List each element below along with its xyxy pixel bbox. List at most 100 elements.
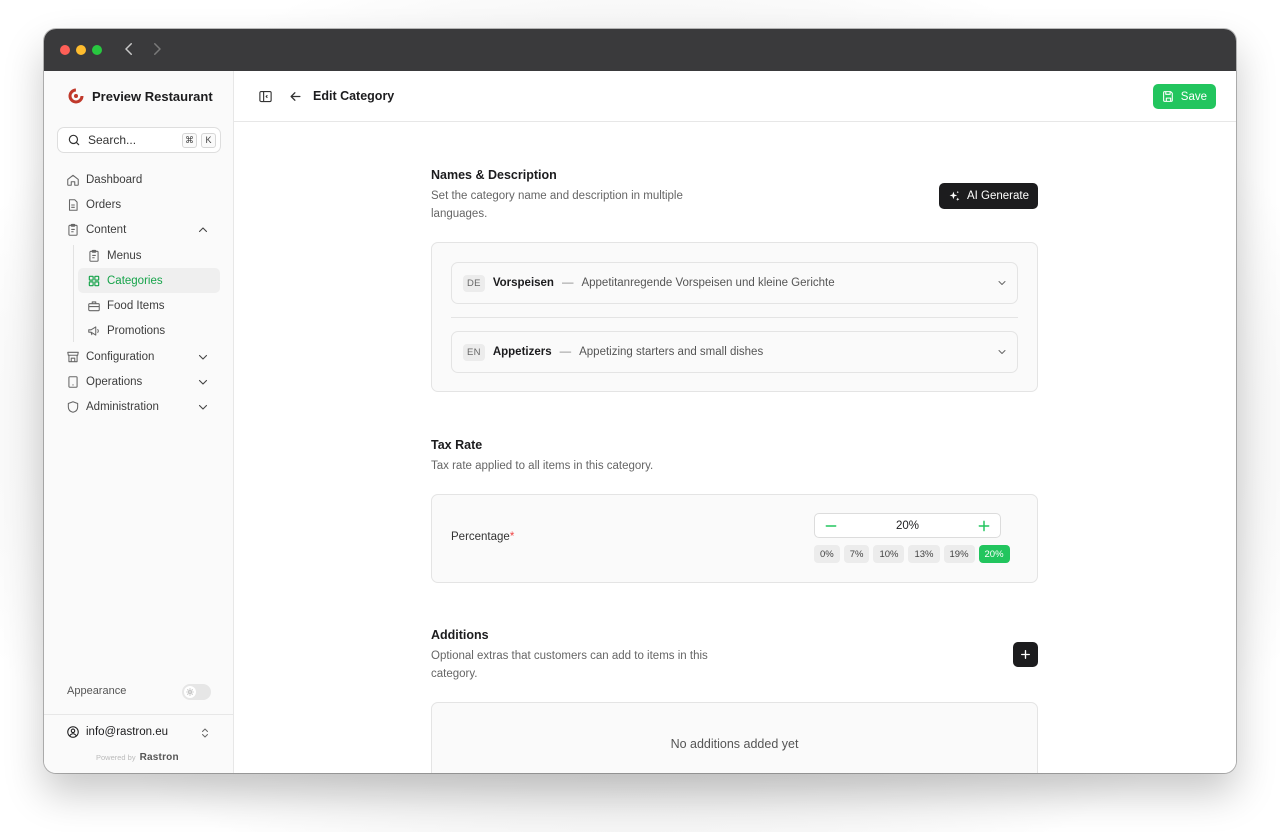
clipboard-icon (89, 249, 99, 262)
percentage-value[interactable]: 20% (896, 520, 919, 532)
additions-section-description: Optional extras that customers can add t… (431, 650, 708, 680)
zoom-window-button[interactable] (92, 45, 102, 55)
page-title: Edit Category (313, 89, 395, 103)
add-addition-button[interactable] (1013, 642, 1038, 667)
language-description: Appetitanregende Vorspeisen und kleine G… (581, 277, 835, 289)
names-section-title: Names & Description (431, 168, 557, 182)
percentage-stepper[interactable]: 20% (814, 513, 1001, 538)
chevron-up-down-icon[interactable] (199, 726, 211, 740)
preset-chips: 0% 7% 10% 13% 19% 20% (814, 545, 1010, 563)
document-icon (68, 199, 78, 211)
chevron-down-icon[interactable] (996, 277, 1008, 289)
save-button[interactable]: Save (1152, 84, 1216, 109)
sidebar-item-label: Menus (107, 249, 142, 262)
plus-icon (1021, 650, 1030, 659)
language-row-de[interactable]: DE Vorspeisen — Appetitanregende Vorspei… (451, 262, 1018, 304)
ai-generate-label: AI Generate (966, 190, 1029, 202)
sidebar-item-food-items[interactable]: Food Items (44, 293, 233, 318)
chevron-left-icon[interactable] (120, 40, 138, 58)
sidebar-item-label: Food Items (107, 300, 165, 313)
arrow-left-icon[interactable] (288, 89, 303, 104)
close-window-button[interactable] (60, 45, 70, 55)
sidebar-item-dashboard[interactable]: Dashboard (44, 167, 233, 192)
brand[interactable]: Preview Restaurant (68, 88, 213, 104)
app-shell: Preview Restaurant Search... ⌘ K Dashboa… (44, 71, 1236, 773)
ai-generate-button[interactable]: AI Generate (938, 183, 1038, 209)
tablet-icon (68, 376, 78, 388)
sidebar-item-label: Orders (86, 198, 122, 211)
powered-by: Powered by Rastron (96, 752, 179, 763)
sidebar-item-administration[interactable]: Administration (44, 395, 233, 420)
tax-card: Percentage* 20% 0% 7% 10% 13% 19% 20% (431, 494, 1038, 583)
toggle-knob (184, 686, 196, 698)
plus-icon[interactable] (976, 518, 992, 534)
shortcut-key-k: K (201, 132, 216, 148)
sparkles-icon (949, 190, 960, 201)
shield-icon (67, 401, 79, 414)
chevron-down-icon[interactable] (996, 346, 1008, 358)
search-placeholder: Search... (88, 133, 137, 147)
additions-empty-state: No additions added yet (670, 737, 799, 751)
chevron-down-icon[interactable] (197, 401, 209, 413)
grid-icon (88, 275, 100, 287)
language-description: Appetizing starters and small dishes (579, 346, 764, 358)
user-email: info@rastron.eu (86, 726, 168, 738)
clipboard-icon (68, 224, 78, 237)
browser-window: Preview Restaurant Search... ⌘ K Dashboa… (44, 29, 1236, 773)
sidebar: Preview Restaurant Search... ⌘ K Dashboa… (44, 71, 234, 773)
language-name: Vorspeisen (492, 277, 554, 289)
sidebar-item-label: Promotions (107, 325, 166, 338)
main-content: Edit Category Save Names & Description S… (234, 71, 1236, 773)
percentage-label-text: Percentage (451, 531, 510, 543)
minimize-window-button[interactable] (76, 45, 86, 55)
minus-icon[interactable] (823, 518, 839, 534)
appearance-toggle[interactable] (182, 684, 211, 700)
language-code-badge: DE (463, 274, 485, 292)
percentage-label: Percentage* (451, 531, 514, 543)
search-icon (68, 134, 80, 146)
sidebar-item-label: Configuration (86, 350, 155, 363)
chevron-down-icon[interactable] (197, 376, 209, 388)
preset-chip[interactable]: 10% (873, 545, 905, 563)
content-submenu: Menus Categories Food Items Promotions (44, 243, 233, 344)
sidebar-item-categories[interactable]: Categories (78, 268, 220, 294)
toolbox-icon (88, 301, 100, 312)
sidebar-item-configuration[interactable]: Configuration (44, 344, 233, 369)
preset-chip[interactable]: 0% (814, 545, 840, 563)
language-code-badge: EN (463, 343, 485, 361)
language-separator: — (559, 346, 572, 358)
sidebar-item-label: Operations (86, 376, 143, 389)
sidebar-item-promotions[interactable]: Promotions (44, 319, 233, 344)
preset-chip[interactable]: 7% (843, 545, 870, 563)
sidebar-item-content[interactable]: Content (44, 218, 233, 243)
chevron-right-icon[interactable] (148, 40, 166, 58)
search-input[interactable]: Search... ⌘ K (57, 127, 221, 153)
preset-chip[interactable]: 19% (943, 545, 975, 563)
page-header: Edit Category Save (234, 71, 1236, 122)
chevron-down-icon[interactable] (197, 351, 209, 363)
preset-chip-active[interactable]: 20% (978, 545, 1010, 563)
language-separator: — (561, 277, 574, 289)
preset-chip[interactable]: 13% (908, 545, 940, 563)
home-icon (67, 174, 79, 186)
sidebar-item-label: Content (86, 224, 127, 237)
sidebar-item-orders[interactable]: Orders (44, 192, 233, 217)
shortcut-key-cmd: ⌘ (182, 132, 197, 148)
tax-section-description: Tax rate applied to all items in this ca… (431, 460, 654, 472)
window-titlebar (44, 29, 1236, 71)
store-icon (67, 351, 79, 362)
megaphone-icon (88, 326, 99, 337)
names-section-description: Set the category name and description in… (431, 190, 683, 220)
language-row-en[interactable]: EN Appetizers — Appetizing starters and … (451, 331, 1018, 373)
sidebar-toggle-icon[interactable] (258, 89, 273, 104)
chevron-up-icon[interactable] (197, 224, 209, 236)
sidebar-item-label: Dashboard (86, 173, 143, 186)
user-menu[interactable]: info@rastron.eu (66, 725, 168, 739)
sidebar-item-operations[interactable]: Operations (44, 369, 233, 394)
user-circle-icon (67, 726, 79, 738)
sidebar-nav: Dashboard Orders Content Menus Categorie… (44, 167, 233, 420)
sun-icon (186, 688, 194, 696)
powered-by-label: Powered by (96, 753, 136, 762)
sidebar-item-menus[interactable]: Menus (44, 243, 233, 268)
sidebar-item-label: Categories (107, 274, 163, 287)
